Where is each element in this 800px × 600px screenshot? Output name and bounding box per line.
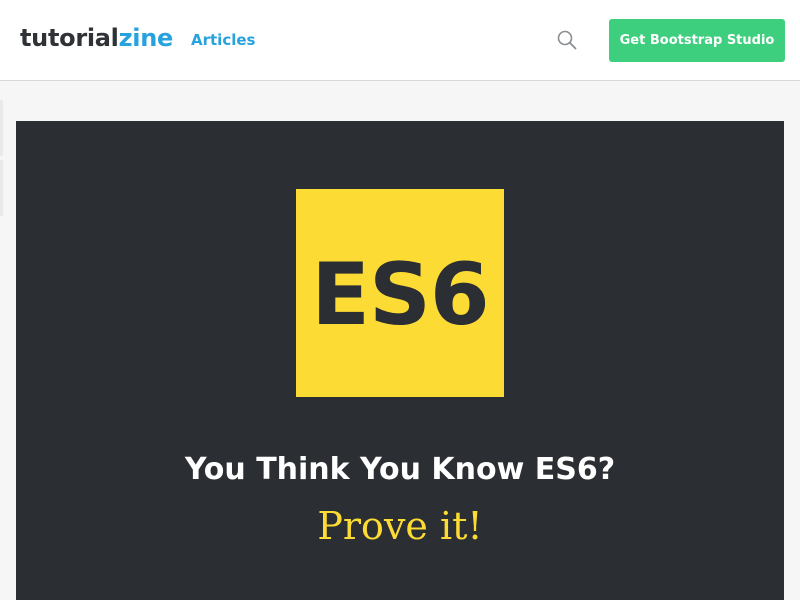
hero-title: You Think You Know ES6?: [184, 452, 616, 487]
article-hero[interactable]: ES6 You Think You Know ES6? Prove it!: [16, 121, 784, 600]
nav-link-articles[interactable]: Articles: [191, 31, 255, 49]
hero-subtitle: Prove it!: [317, 504, 483, 548]
search-button[interactable]: [556, 29, 578, 51]
get-bootstrap-studio-button[interactable]: Get Bootstrap Studio: [609, 19, 785, 62]
search-icon: [557, 30, 577, 50]
logo-text-zine: zine: [118, 24, 174, 52]
top-navbar: tutorialzine Articles Get Bootstrap Stud…: [0, 0, 800, 81]
site-logo[interactable]: tutorialzine: [20, 24, 173, 52]
es6-logo-text: ES6: [311, 245, 490, 345]
left-edge-tab: [0, 100, 3, 156]
logo-text-tutorial: tutorial: [20, 24, 119, 52]
es6-logo: ES6: [296, 189, 504, 397]
left-edge-tab: [0, 160, 3, 216]
